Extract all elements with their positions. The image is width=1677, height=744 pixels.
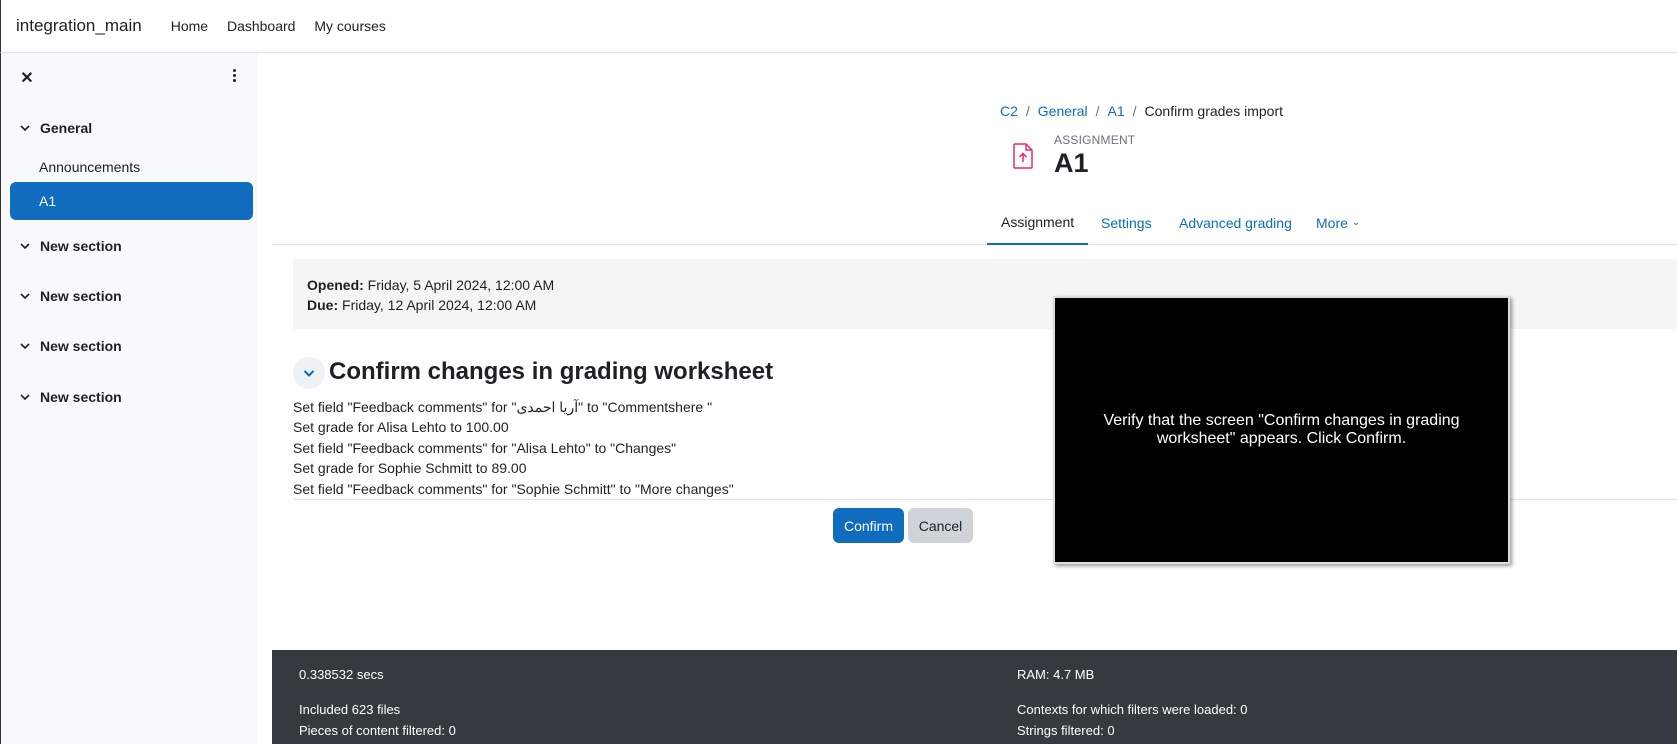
breadcrumb-separator: / bbox=[1095, 103, 1100, 119]
nav-dashboard-link[interactable]: Dashboard bbox=[227, 18, 296, 34]
course-index-drawer: ✕ General Announcements A1 New section N… bbox=[0, 53, 258, 744]
site-brand[interactable]: integration_main bbox=[16, 16, 142, 36]
chevron-down-icon bbox=[20, 394, 30, 401]
breadcrumb-c2[interactable]: C2 bbox=[1000, 103, 1018, 119]
kebab-menu-icon[interactable] bbox=[229, 67, 239, 85]
section-heading: Confirm changes in grading worksheet bbox=[329, 358, 774, 385]
chevron-down-icon bbox=[20, 125, 30, 132]
nav-my-courses-link[interactable]: My courses bbox=[314, 18, 386, 34]
footer-files: Included 623 files bbox=[299, 702, 401, 717]
close-drawer-icon[interactable]: ✕ bbox=[19, 68, 35, 88]
due-label: Due: bbox=[307, 297, 339, 313]
primary-navigation: Home Dashboard My courses bbox=[156, 18, 386, 34]
tab-settings[interactable]: Settings bbox=[1087, 200, 1166, 245]
course-item-a1[interactable]: A1 bbox=[10, 182, 253, 220]
chevron-down-icon bbox=[20, 243, 30, 250]
chevron-down-icon bbox=[20, 293, 30, 300]
section-label: General bbox=[40, 120, 93, 136]
breadcrumb-current: Confirm grades import bbox=[1144, 103, 1284, 119]
course-section-new-2[interactable]: New section bbox=[1, 281, 259, 311]
changes-list: Set field "Feedback comments" for "آریا … bbox=[293, 397, 734, 499]
course-section-new-4[interactable]: New section bbox=[1, 382, 259, 412]
breadcrumb-a1[interactable]: A1 bbox=[1108, 103, 1125, 119]
opened-value: Friday, 5 April 2024, 12:00 AM bbox=[367, 277, 555, 293]
tab-advanced-grading[interactable]: Advanced grading bbox=[1165, 200, 1306, 245]
tab-assignment[interactable]: Assignment bbox=[987, 200, 1089, 245]
footer-time: 0.338532 secs bbox=[299, 667, 384, 682]
footer-strings: Strings filtered: 0 bbox=[1017, 723, 1115, 738]
footer-contexts: Contexts for which filters were loaded: … bbox=[1017, 702, 1248, 717]
opened-label: Opened: bbox=[307, 277, 364, 293]
breadcrumb-separator: / bbox=[1025, 103, 1030, 119]
course-section-general[interactable]: General bbox=[1, 113, 259, 143]
breadcrumb-general[interactable]: General bbox=[1038, 103, 1088, 119]
course-section-new-3[interactable]: New section bbox=[1, 331, 259, 361]
cancel-button[interactable]: Cancel bbox=[908, 508, 973, 543]
tab-more-label: More bbox=[1316, 214, 1348, 231]
footer-pieces: Pieces of content filtered: 0 bbox=[299, 723, 456, 738]
top-navbar: integration_main Home Dashboard My cours… bbox=[0, 0, 1677, 53]
breadcrumb-separator: / bbox=[1132, 103, 1137, 119]
change-item: Set field "Feedback comments" for "Sophi… bbox=[293, 480, 734, 497]
instruction-text: Verify that the screen "Confirm changes … bbox=[1103, 412, 1460, 447]
section-label: New section bbox=[40, 288, 122, 304]
opened-date: Opened: Friday, 5 April 2024, 12:00 AM bbox=[307, 275, 1663, 295]
course-section-new-1[interactable]: New section bbox=[1, 231, 259, 261]
section-label: New section bbox=[40, 338, 122, 354]
change-item: Set field "Feedback comments" for "Alisa… bbox=[293, 439, 677, 456]
change-item: Set grade for Sophie Schmitt to 89.00 bbox=[293, 460, 527, 477]
chevron-down-icon bbox=[303, 370, 315, 377]
chevron-down-icon: ⌄ bbox=[1351, 217, 1361, 228]
chevron-down-icon bbox=[20, 343, 30, 350]
module-type-label: ASSIGNMENT bbox=[1054, 133, 1136, 147]
section-label: New section bbox=[40, 389, 122, 405]
confirm-button[interactable]: Confirm bbox=[833, 508, 904, 543]
change-item: Set field "Feedback comments" for "آریا … bbox=[293, 399, 713, 415]
performance-footer: 0.338532 secs RAM: 4.7 MB Included 623 f… bbox=[272, 650, 1677, 744]
section-label: New section bbox=[40, 238, 122, 254]
tab-more[interactable]: More ⌄ bbox=[1302, 200, 1374, 245]
secondary-navigation: Assignment Settings Advanced grading Mor… bbox=[272, 200, 1677, 245]
assignment-upload-icon bbox=[1013, 143, 1033, 169]
change-item: Set grade for Alisa Lehto to 100.00 bbox=[293, 419, 509, 436]
due-value: Friday, 12 April 2024, 12:00 AM bbox=[342, 297, 537, 313]
collapse-section-button[interactable] bbox=[293, 357, 325, 389]
instruction-overlay: Verify that the screen "Confirm changes … bbox=[1053, 296, 1510, 564]
footer-ram: RAM: 4.7 MB bbox=[1017, 667, 1095, 682]
page-title: A1 bbox=[1054, 148, 1089, 178]
nav-home-link[interactable]: Home bbox=[171, 18, 208, 34]
course-item-announcements[interactable]: Announcements bbox=[10, 148, 253, 186]
breadcrumb: C2 / General / A1 / Confirm grades impor… bbox=[1000, 103, 1283, 119]
